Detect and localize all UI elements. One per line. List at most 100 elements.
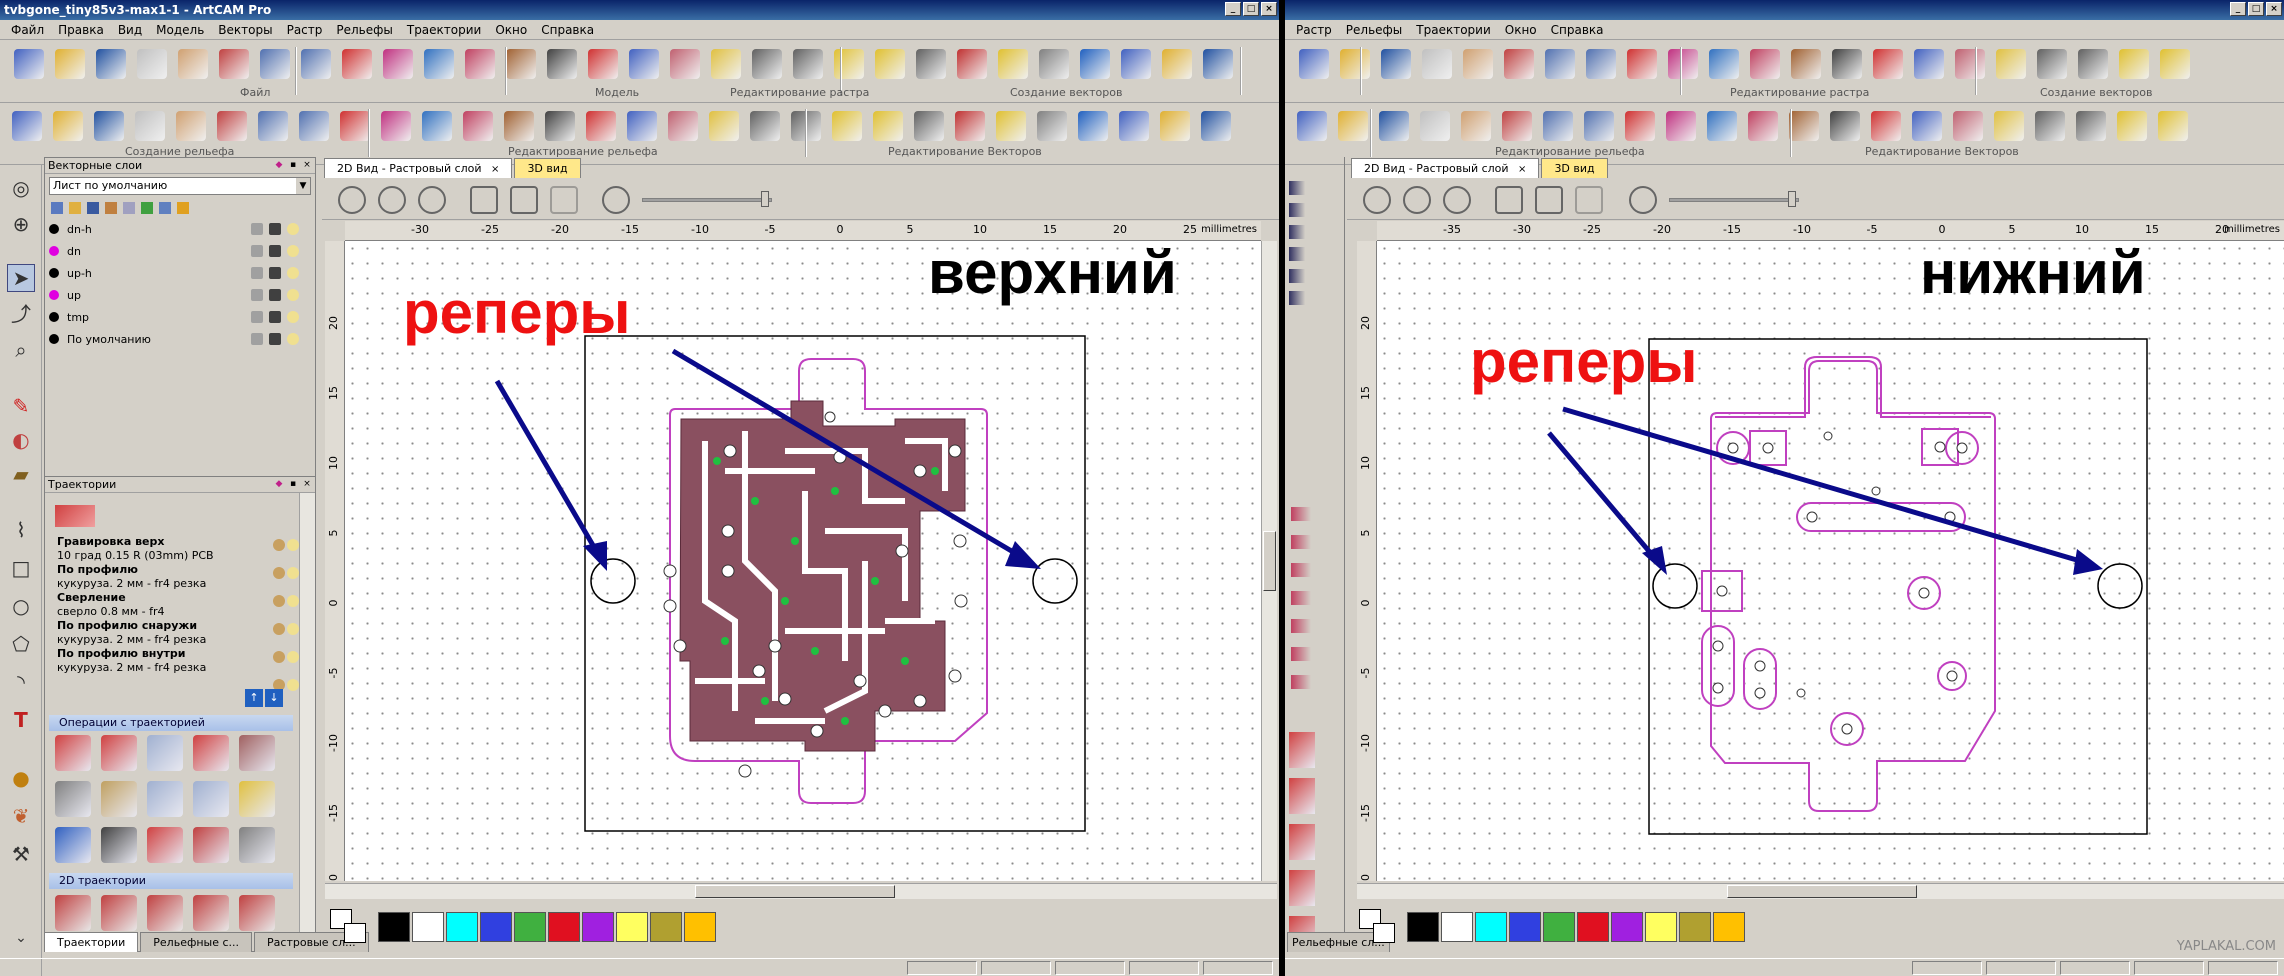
toolbar-tool-icon[interactable] [1873, 49, 1903, 79]
menu-view[interactable]: Вид [111, 23, 149, 37]
operation-icon[interactable] [193, 735, 229, 771]
settings-icon[interactable] [602, 186, 630, 214]
zoom-layer-icon[interactable] [1575, 186, 1603, 214]
dock-icon[interactable]: ▪ [287, 159, 299, 171]
toolbar-tool-icon[interactable] [342, 49, 372, 79]
toolbar-tool-icon[interactable] [998, 49, 1028, 79]
light-icon[interactable] [287, 223, 299, 235]
light-icon[interactable] [287, 245, 299, 257]
horizontal-scrollbar[interactable] [325, 883, 1277, 899]
zoom-box-icon[interactable] [1495, 186, 1523, 214]
toolbar-tool-icon[interactable] [135, 111, 165, 141]
material-icon[interactable] [273, 539, 285, 551]
background-swatch[interactable] [1373, 923, 1395, 943]
layer-row[interactable] [1289, 269, 1343, 283]
toolbar-tool-icon[interactable] [340, 111, 370, 141]
delete-layer-icon[interactable] [159, 202, 171, 214]
color-swatch[interactable] [1577, 912, 1609, 942]
menu-help[interactable]: Справка [1544, 23, 1611, 37]
toolpath-status-icon[interactable] [1291, 507, 1341, 521]
operation-icon[interactable] [193, 827, 229, 863]
lock-icon[interactable] [251, 289, 263, 301]
toolbar-tool-icon[interactable] [586, 111, 616, 141]
chevron-down-icon[interactable]: ▼ [296, 178, 310, 194]
operation-icon[interactable] [55, 781, 91, 817]
operation-icon[interactable] [1289, 732, 1315, 768]
operation-icon[interactable] [1289, 870, 1315, 906]
color-swatch[interactable] [1441, 912, 1473, 942]
fill-icon[interactable]: ▰ [7, 460, 35, 488]
toolbar-tool-icon[interactable] [217, 111, 247, 141]
toolbar-tool-icon[interactable] [957, 49, 987, 79]
lock-icon[interactable] [251, 311, 263, 323]
new-layer-icon[interactable] [51, 202, 63, 214]
light-icon[interactable] [287, 333, 299, 345]
light-icon[interactable] [287, 267, 299, 279]
toolpath-status-icon[interactable] [1291, 535, 1341, 549]
pen-icon[interactable] [269, 267, 281, 279]
toolbar-tool-icon[interactable] [1627, 49, 1657, 79]
toolbar-tool-icon[interactable] [1340, 49, 1370, 79]
operation-icon[interactable] [147, 781, 183, 817]
toolpath-status-icon[interactable] [1291, 619, 1341, 633]
operation-icon[interactable] [101, 827, 137, 863]
toolbar-tool-icon[interactable] [219, 49, 249, 79]
toolbar-tool-icon[interactable] [914, 111, 944, 141]
toolbar-tool-icon[interactable] [2076, 111, 2106, 141]
toolbar-tool-icon[interactable] [627, 111, 657, 141]
tab-reliefs[interactable]: Рельефные с... [140, 932, 253, 952]
arc-icon[interactable]: ◝ [7, 668, 35, 696]
rectangle-icon[interactable]: □ [7, 554, 35, 582]
color-swatch[interactable] [1407, 912, 1439, 942]
toolbar-tool-icon[interactable] [2158, 111, 2188, 141]
menu-window[interactable]: Окно [488, 23, 534, 37]
zoom-slider-handle[interactable] [1788, 191, 1796, 207]
pen-icon[interactable] [269, 245, 281, 257]
operation-icon[interactable] [1289, 824, 1315, 860]
toolbar-tool-icon[interactable] [2037, 49, 2067, 79]
operation-icon[interactable] [55, 827, 91, 863]
zoom-all-icon[interactable] [510, 186, 538, 214]
operation-icon[interactable] [1289, 778, 1315, 814]
operation-icon[interactable] [147, 827, 183, 863]
toolbar-tool-icon[interactable] [1586, 49, 1616, 79]
layer-row[interactable]: dn-h [45, 218, 315, 240]
toolbar-tool-icon[interactable] [506, 49, 536, 79]
close-icon[interactable]: × [301, 478, 313, 490]
select-arrow-icon[interactable]: ➤ [7, 264, 35, 292]
operation-icon[interactable] [239, 827, 275, 863]
toolbar-tool-icon[interactable] [1420, 111, 1450, 141]
light-icon[interactable] [287, 311, 299, 323]
color-swatch[interactable] [582, 912, 614, 942]
toolbar-tool-icon[interactable] [1545, 49, 1575, 79]
save-layer-icon[interactable] [87, 202, 99, 214]
layer-row[interactable] [1289, 225, 1343, 239]
vertical-scrollbar[interactable] [1261, 241, 1277, 881]
copy-layer-icon[interactable] [105, 202, 117, 214]
toolbar-tool-icon[interactable] [53, 111, 83, 141]
toolbar-tool-icon[interactable] [2160, 49, 2190, 79]
zoom-in-icon[interactable] [338, 186, 366, 214]
toolbar-tool-icon[interactable] [793, 49, 823, 79]
zoom-previous-icon[interactable] [1443, 186, 1471, 214]
menu-window[interactable]: Окно [1498, 23, 1544, 37]
toolbar-tool-icon[interactable] [670, 49, 700, 79]
close-icon[interactable]: × [1518, 164, 1526, 175]
lock-icon[interactable] [251, 223, 263, 235]
toolbar-tool-icon[interactable] [14, 49, 44, 79]
polyline-icon[interactable]: ⌇ [7, 516, 35, 544]
move-down-icon[interactable]: ↓ [265, 689, 283, 707]
tab-3d-view[interactable]: 3D вид [1541, 158, 1608, 178]
pin-icon[interactable]: ◆ [273, 478, 285, 490]
material-icon[interactable] [273, 595, 285, 607]
toolbar-tool-icon[interactable] [996, 111, 1026, 141]
toolbar-tool-icon[interactable] [832, 111, 862, 141]
zoom-out-icon[interactable] [378, 186, 406, 214]
toolpath-group-icon[interactable] [55, 505, 95, 527]
tab-2d-view[interactable]: 2D Вид - Растровый слой × [324, 158, 513, 178]
toolbar-tool-icon[interactable] [750, 111, 780, 141]
toolbar-tool-icon[interactable] [96, 49, 126, 79]
material-icon[interactable] [273, 623, 285, 635]
toolbar-tool-icon[interactable] [301, 49, 331, 79]
zoom-layer-icon[interactable] [550, 186, 578, 214]
